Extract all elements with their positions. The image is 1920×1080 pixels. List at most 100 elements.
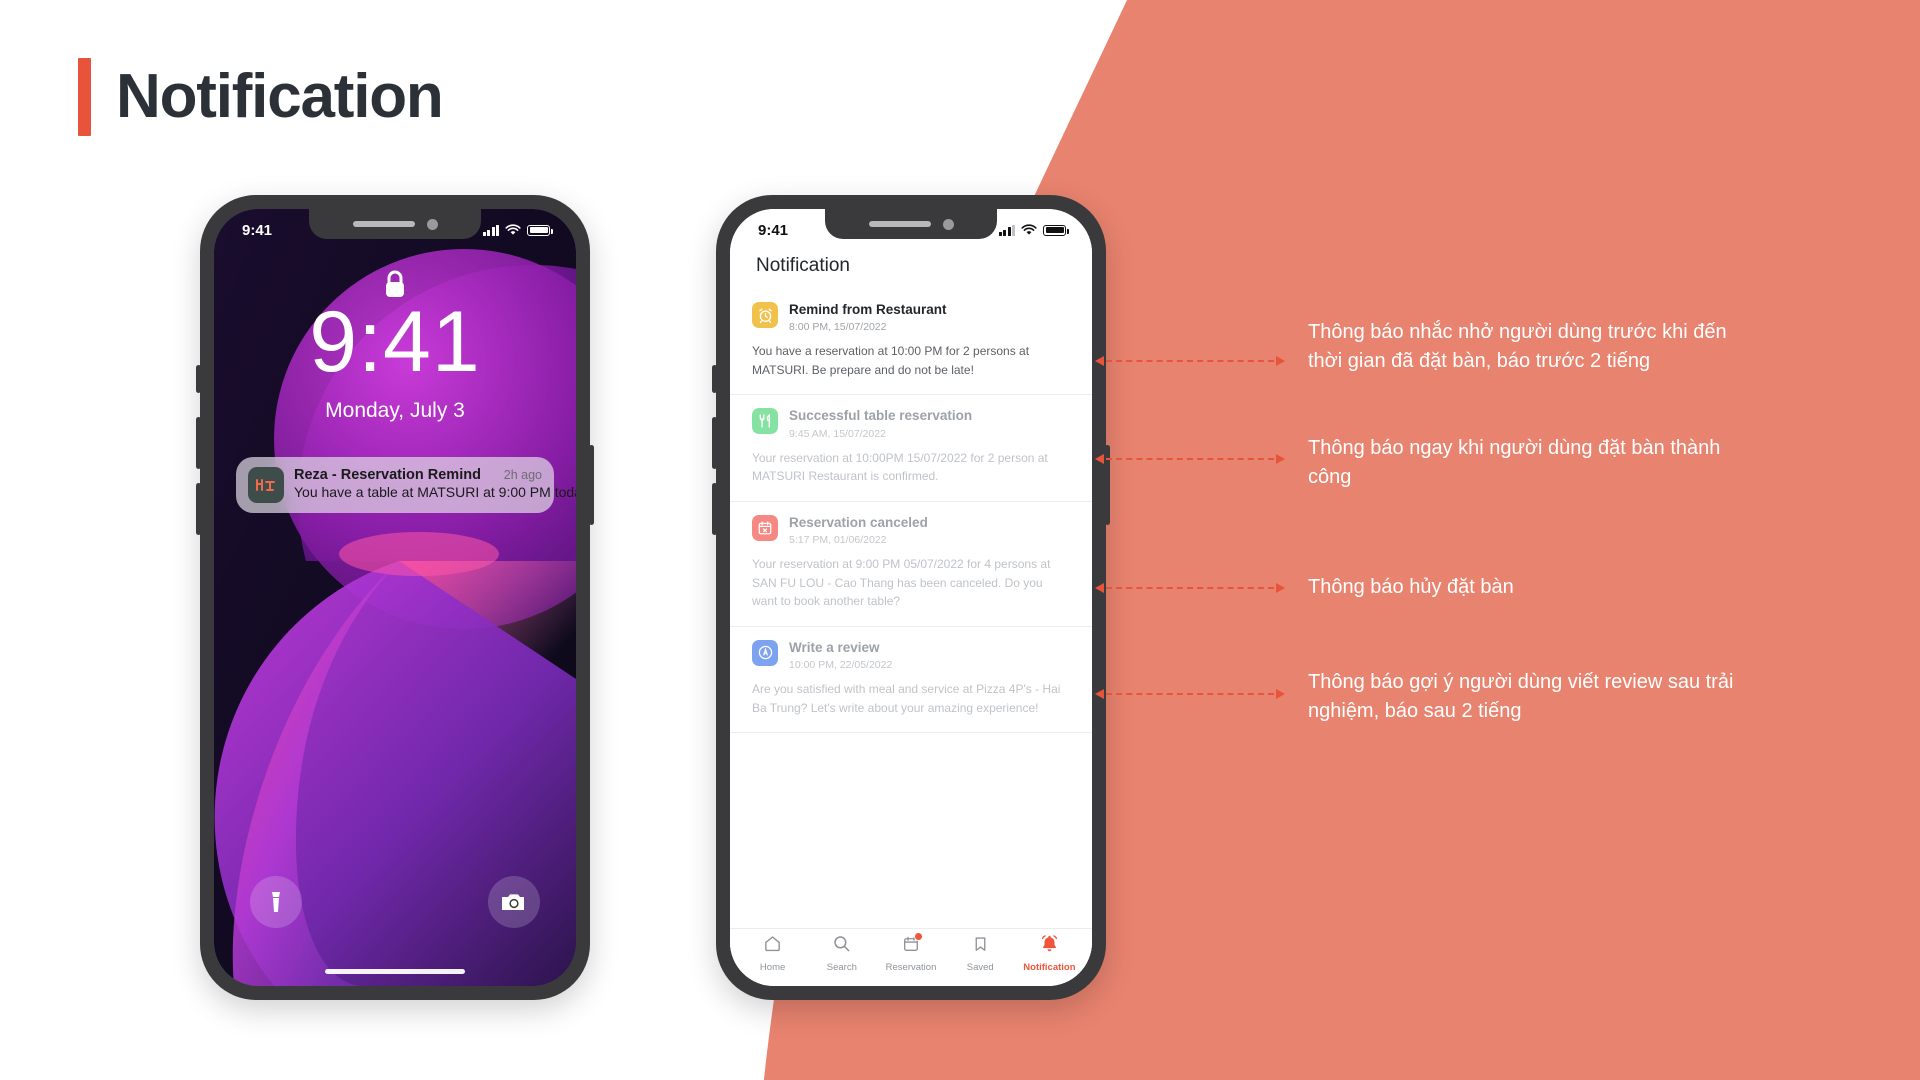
leader-dash-1: [1106, 360, 1274, 362]
notification-item[interactable]: Write a review 10:00 PM, 22/05/2022 Are yo…: [730, 627, 1092, 734]
cellular-signal-icon: [482, 224, 499, 236]
tab-label: Saved: [966, 961, 994, 973]
alarm-clock-icon: [752, 302, 778, 328]
phone1-screen: 9:41 9:41 Monday, July 3 Reza - Reservat…: [214, 209, 576, 986]
leader-arrow-left-3: [1095, 583, 1104, 593]
lockscreen-content: 9:41 Monday, July 3 Reza - Reservation R…: [214, 209, 576, 986]
front-camera: [426, 218, 438, 230]
annotation-3: Thông báo hủy đặt bàn: [1308, 576, 1514, 598]
camera-icon: [502, 894, 524, 910]
notification-body: Your reservation at 10:00PM 15/07/2022 f…: [752, 450, 1048, 484]
annotation-1: Thông báo nhắc nhở người dùng trước khi …: [1308, 321, 1727, 373]
leader-line-3: [1095, 583, 1285, 593]
notification-body: Your reservation at 9:00 PM 05/07/2022 f…: [752, 556, 1051, 609]
leader-arrow-left-2: [1095, 454, 1104, 464]
home-icon: [763, 934, 782, 958]
bookmark-icon: [972, 935, 989, 958]
bell-icon: [1040, 934, 1059, 958]
tab-label: Notification: [1023, 962, 1076, 973]
tab-label: Search: [826, 962, 857, 973]
phone1-notch: [309, 209, 481, 239]
notification-list[interactable]: Remind from Restaurant 8:00 PM, 15/07/202…: [730, 289, 1092, 928]
tab-label: Reservation: [885, 961, 937, 973]
wifi-icon: [505, 224, 521, 235]
leader-dash-4: [1106, 693, 1274, 695]
title-accent-bar: [78, 58, 91, 136]
notification-title: Write a review: [789, 639, 880, 655]
phone1-power-button[interactable]: [589, 445, 594, 525]
phone1-volume-down-button[interactable]: [196, 483, 201, 535]
reservation-badge: [914, 931, 923, 941]
tab-label: Home: [759, 962, 786, 973]
tab-reservation[interactable]: Reservation: [876, 931, 945, 973]
cutlery-icon: [752, 408, 778, 435]
notification-time: 10:00 PM, 22/05/2022: [789, 658, 893, 671]
home-indicator[interactable]: [325, 969, 465, 974]
notification-title: Remind from Restaurant: [789, 302, 947, 317]
flashlight-icon: [272, 892, 280, 912]
front-camera: [942, 218, 954, 230]
earpiece-speaker: [352, 221, 415, 227]
lockscreen-notification-banner[interactable]: Reza - Reservation Remind 2h ago You hav…: [236, 457, 576, 513]
earpiece-speaker: [868, 221, 931, 227]
notification-time: 9:45 AM, 15/07/2022: [789, 427, 886, 440]
slide-canvas: Notification 9:41 9:41 Monday, July 3 Re…: [0, 0, 1920, 1080]
phone2-volume-down-button[interactable]: [712, 483, 717, 535]
leader-line-1: [1095, 356, 1285, 366]
tab-search[interactable]: Search: [807, 934, 876, 973]
search-icon: [832, 934, 851, 958]
calendar-cancel-icon: [752, 514, 778, 541]
leader-arrow-right-3: [1276, 583, 1285, 593]
annotation-2: Thông báo ngay khi người dùng đặt bàn th…: [1308, 437, 1721, 489]
phone1-status-time: 9:41: [242, 221, 273, 239]
leader-dash-2: [1106, 458, 1274, 460]
page-title-text: Notification: [116, 62, 444, 131]
phone1-mute-button[interactable]: [196, 365, 201, 393]
notification-time: 5:17 PM, 01/06/2022: [789, 533, 887, 546]
notification-item[interactable]: Successful table reservation 9:45 AM, 15/…: [730, 395, 1092, 502]
phone-lockscreen: 9:41 9:41 Monday, July 3 Reza - Reservat…: [196, 195, 594, 1000]
phone2-volume-up-button[interactable]: [712, 417, 717, 469]
flashlight-button[interactable]: [250, 876, 302, 928]
reza-app-icon: [248, 467, 284, 503]
notification-item[interactable]: Reservation canceled 5:17 PM, 01/06/2022 Y…: [730, 502, 1092, 627]
phone-app: 9:41 Notification Remind from Restaurant…: [712, 195, 1110, 1000]
banner-body: You have a table at MATSURI at 9:00 PM t…: [294, 484, 576, 500]
bottom-tab-bar[interactable]: Home Search Reservation Saved Notification: [730, 928, 1092, 986]
cellular-signal-icon: [998, 224, 1015, 236]
wifi-icon: [1021, 224, 1037, 235]
phone1-volume-up-button[interactable]: [196, 417, 201, 469]
leader-dash-3: [1106, 587, 1274, 589]
phone2-notch: [825, 209, 997, 239]
battery-icon: [1043, 224, 1069, 236]
lockscreen-date: Monday, July 3: [325, 399, 465, 422]
battery-icon: [527, 224, 553, 236]
lockscreen-clock: 9:41: [309, 294, 481, 390]
tab-notification[interactable]: Notification: [1015, 934, 1084, 973]
phone2-screen: 9:41 Notification Remind from Restaurant…: [730, 209, 1092, 986]
leader-arrow-right-4: [1276, 689, 1285, 699]
notification-item[interactable]: Remind from Restaurant 8:00 PM, 15/07/202…: [730, 289, 1092, 396]
leader-arrow-left-4: [1095, 689, 1104, 699]
notification-body: Are you satisfied with meal and service …: [752, 681, 1061, 715]
leader-arrow-right-2: [1276, 454, 1285, 464]
banner-time: 2h ago: [503, 468, 542, 482]
phone2-power-button[interactable]: [1105, 445, 1110, 525]
camera-button[interactable]: [488, 876, 540, 928]
leader-arrow-left-1: [1095, 356, 1104, 366]
annotation-4: Thông báo gợi ý người dùng viết review s…: [1308, 671, 1734, 723]
page-title: Notification: [78, 58, 444, 136]
leader-line-2: [1095, 454, 1285, 464]
leader-line-4: [1095, 689, 1285, 699]
notification-body: You have a reservation at 10:00 PM for 2…: [752, 344, 1030, 377]
notification-time: 8:00 PM, 15/07/2022: [789, 321, 887, 334]
notification-title: Reservation canceled: [789, 514, 928, 530]
phone2-mute-button[interactable]: [712, 365, 717, 393]
notification-title: Successful table reservation: [789, 408, 973, 424]
phone2-status-time: 9:41: [758, 221, 789, 239]
notification-app: Notification Remind from Restaurant 8:00 …: [730, 209, 1092, 986]
tab-saved[interactable]: Saved: [946, 935, 1015, 973]
tab-home[interactable]: Home: [738, 934, 807, 973]
write-review-icon: [752, 639, 778, 666]
banner-title: Reza - Reservation Remind: [294, 467, 481, 483]
